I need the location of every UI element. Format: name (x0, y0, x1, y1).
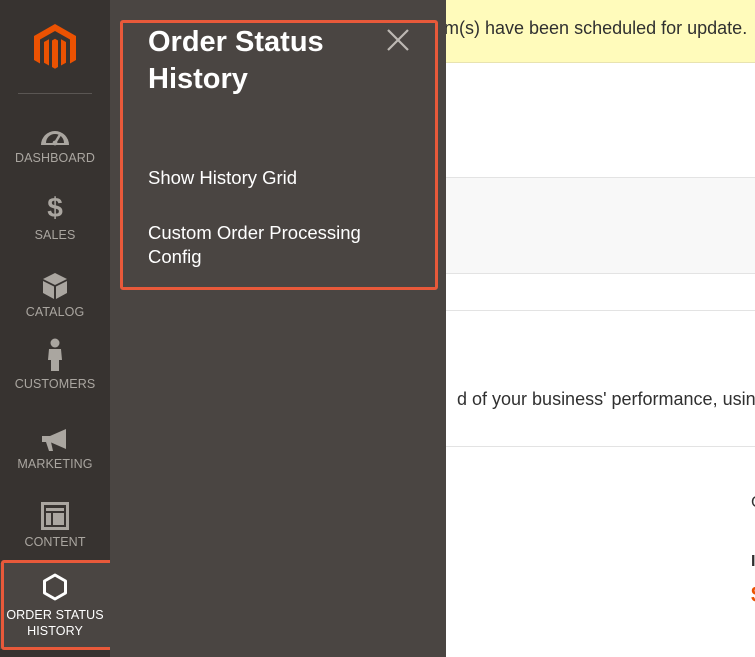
nav-label-line: HISTORY (27, 624, 83, 638)
dollar-icon: $ (47, 192, 63, 223)
truncated-label: I (751, 553, 755, 570)
magento-logo[interactable] (0, 0, 110, 93)
nav-label: CONTENT (24, 535, 86, 549)
submenu-link-custom-order-processing-config[interactable]: Custom Order Processing Config (148, 221, 408, 269)
nav-item-order-status-history[interactable]: ORDER STATUS HISTORY (0, 563, 110, 649)
nav-label: CUSTOMERS (14, 377, 96, 391)
close-button[interactable] (384, 26, 412, 54)
megaphone-icon (42, 429, 66, 451)
divider (446, 310, 755, 311)
nav-item-dashboard[interactable]: DASHBOARD (0, 104, 110, 182)
nav-item-customers[interactable]: CUSTOMERS (0, 332, 110, 410)
nav-item-catalog[interactable]: CATALOG (0, 258, 110, 336)
nav-label: DASHBOARD (14, 151, 96, 165)
nav-item-marketing[interactable]: MARKETING (0, 410, 110, 488)
divider (446, 446, 755, 447)
nav-label: CATALOG (25, 305, 85, 319)
submenu-link-line: Config (148, 246, 202, 267)
box-icon (43, 273, 67, 299)
nav-label: SALES (34, 228, 76, 242)
hexagon-icon (43, 573, 67, 601)
notice-text: em(s) have been scheduled for update. (446, 18, 748, 38)
nav-label: MARKETING (17, 457, 93, 471)
submenu-flyout (110, 0, 446, 657)
submenu-link-show-history-grid[interactable]: Show History Grid (148, 166, 408, 190)
dashboard-gauge-icon (41, 131, 69, 146)
nav-label-line: ORDER STATUS (6, 608, 104, 622)
dashboard-intro-text: d of your business' performance, using (457, 389, 755, 409)
logo-divider (18, 93, 92, 94)
truncated-text: C (751, 494, 755, 512)
page-content: em(s) have been scheduled for update. d … (446, 0, 755, 657)
layout-icon (41, 502, 69, 530)
content-band (446, 177, 755, 274)
submenu-title: Order Status History (148, 24, 368, 98)
close-icon (387, 29, 409, 51)
admin-sidebar: DASHBOARD $ SALES CATALOG CUSTOMERS MARK… (0, 0, 110, 657)
system-notice: em(s) have been scheduled for update. (446, 0, 755, 63)
nav-item-sales[interactable]: $ SALES (0, 181, 110, 259)
person-icon (48, 338, 62, 371)
submenu-title-line: Order Status (148, 26, 324, 58)
magento-logo-icon (34, 23, 76, 69)
truncated-amount: $ (751, 582, 755, 608)
submenu-link-line: Custom Order Processing (148, 222, 361, 243)
submenu-title-line: History (148, 63, 248, 95)
nav-item-content[interactable]: CONTENT (0, 488, 110, 566)
nav-label: ORDER STATUS HISTORY (6, 607, 103, 639)
